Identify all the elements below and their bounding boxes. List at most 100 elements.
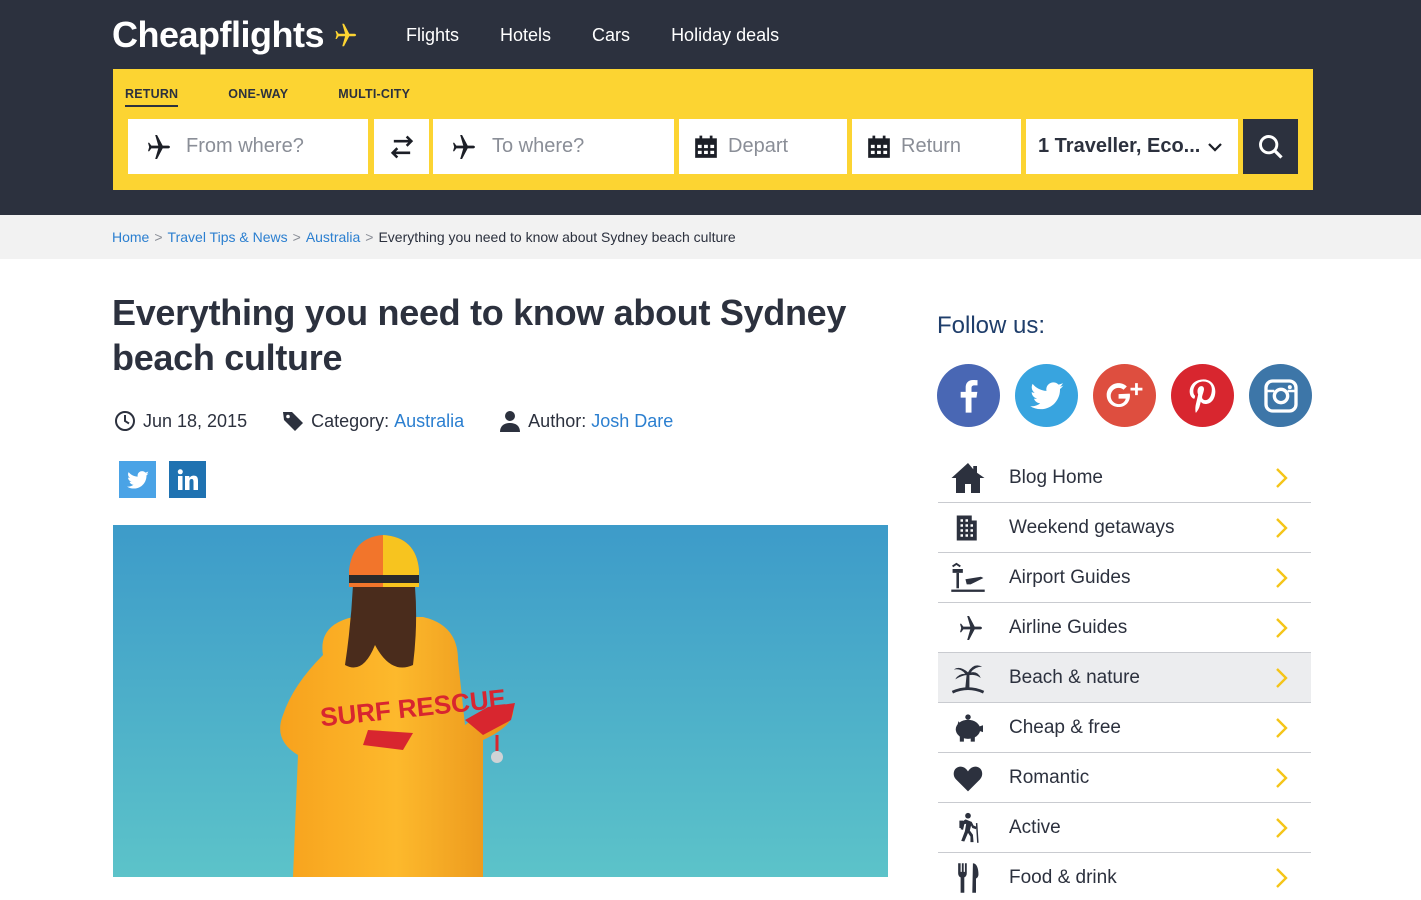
flight-search-form: RETURN ONE-WAY MULTI-CITY From where? To…	[113, 69, 1313, 190]
chevron-right-icon	[1276, 568, 1288, 588]
chevron-right-icon	[1276, 468, 1288, 488]
return-placeholder: Return	[901, 135, 962, 157]
tab-one-way[interactable]: ONE-WAY	[228, 87, 288, 107]
share-twitter-button[interactable]	[119, 461, 156, 498]
instagram-icon	[1263, 378, 1298, 413]
pinterest-link[interactable]	[1171, 364, 1234, 427]
breadcrumb-home[interactable]: Home	[112, 229, 149, 245]
category-label: Active	[1009, 816, 1061, 838]
lifeguard-photo: SURF RESCUE	[113, 525, 888, 877]
article-meta: Jun 18, 2015 Category: Australia Author:…	[113, 409, 673, 433]
linkedin-icon	[177, 468, 198, 490]
google-plus-link[interactable]	[1093, 364, 1156, 427]
category-beach-nature[interactable]: Beach & nature	[938, 653, 1311, 703]
tab-return[interactable]: RETURN	[125, 87, 179, 107]
search-button[interactable]	[1243, 119, 1298, 174]
breadcrumb-current: Everything you need to know about Sydney…	[378, 229, 736, 245]
category-label: Beach & nature	[1009, 666, 1140, 688]
category-airport-guides[interactable]: Airport Guides	[938, 553, 1311, 603]
logo-text: Cheapflights	[112, 14, 325, 55]
category-link[interactable]: Australia	[394, 411, 464, 432]
trip-type-tabs: RETURN ONE-WAY MULTI-CITY	[125, 87, 410, 107]
nav-holiday-deals[interactable]: Holiday deals	[671, 22, 779, 48]
main-nav: Flights Hotels Cars Holiday deals	[406, 22, 820, 48]
swap-arrows-icon	[390, 135, 413, 158]
plane-icon	[453, 134, 475, 159]
clock-icon	[115, 411, 135, 431]
category-food-drink[interactable]: Food & drink	[938, 853, 1311, 900]
chevron-right-icon	[1276, 518, 1288, 538]
nav-hotels[interactable]: Hotels	[500, 22, 551, 48]
chevron-down-icon	[1208, 142, 1223, 152]
plane-icon	[148, 134, 170, 159]
to-field[interactable]: To where?	[433, 119, 674, 174]
tag-icon	[283, 412, 304, 431]
from-field[interactable]: From where?	[128, 119, 368, 174]
twitter-link[interactable]	[1015, 364, 1078, 427]
category-weekend-getaways[interactable]: Weekend getaways	[938, 503, 1311, 553]
author-link[interactable]: Josh Dare	[591, 411, 673, 432]
instagram-link[interactable]	[1249, 364, 1312, 427]
palm-tree-icon	[951, 664, 985, 693]
share-linkedin-button[interactable]	[169, 461, 206, 498]
plane-icon	[960, 615, 982, 640]
chevron-right-icon	[1276, 818, 1288, 838]
author-label: Author:	[528, 410, 587, 431]
article-date: Jun 18, 2015	[113, 409, 247, 433]
breadcrumb-bar: Home > Travel Tips & News > Australia > …	[0, 215, 1421, 259]
breadcrumb-australia[interactable]: Australia	[306, 229, 360, 245]
travellers-select[interactable]: 1 Traveller, Eco...	[1026, 119, 1238, 174]
house-icon	[951, 462, 985, 493]
category-active[interactable]: Active	[938, 803, 1311, 853]
breadcrumb-travel-tips[interactable]: Travel Tips & News	[168, 229, 288, 245]
hero-image: SURF RESCUE	[113, 525, 888, 877]
to-placeholder: To where?	[492, 135, 585, 157]
logo-plane-icon	[335, 23, 357, 47]
follow-us-heading: Follow us:	[937, 312, 1046, 339]
person-icon	[500, 411, 521, 432]
facebook-link[interactable]	[937, 364, 1000, 427]
chevron-right-icon	[1276, 718, 1288, 738]
category-label: Airline Guides	[1009, 616, 1128, 638]
breadcrumb-separator: >	[154, 229, 163, 245]
cutlery-icon	[958, 863, 979, 893]
airport-icon	[951, 562, 985, 592]
hiker-icon	[959, 812, 979, 843]
breadcrumb: Home > Travel Tips & News > Australia > …	[112, 229, 736, 245]
article-author: Author: Josh Dare	[498, 409, 673, 433]
twitter-icon	[1029, 381, 1064, 409]
chevron-right-icon	[1276, 768, 1288, 788]
nav-flights[interactable]: Flights	[406, 22, 459, 48]
chevron-right-icon	[1276, 668, 1288, 688]
logo[interactable]: Cheapflights	[112, 14, 358, 56]
swap-button[interactable]	[374, 119, 429, 174]
breadcrumb-separator: >	[292, 229, 301, 245]
category-label: Cheap & free	[1009, 716, 1121, 738]
calendar-icon	[868, 135, 890, 158]
from-placeholder: From where?	[186, 135, 304, 157]
calendar-icon	[695, 135, 717, 158]
pinterest-icon	[1189, 378, 1215, 413]
tab-multi-city[interactable]: MULTI-CITY	[338, 87, 410, 107]
category-cheap-free[interactable]: Cheap & free	[938, 703, 1311, 753]
heart-icon	[953, 766, 983, 791]
facebook-icon	[960, 379, 977, 413]
category-blog-home[interactable]: Blog Home	[938, 453, 1311, 503]
return-field[interactable]: Return	[852, 119, 1021, 174]
piggy-bank-icon	[955, 713, 983, 742]
nav-cars[interactable]: Cars	[592, 22, 630, 48]
article-title: Everything you need to know about Sydney…	[112, 292, 847, 378]
category-menu: Blog Home Weekend getaways Airport Guide…	[938, 453, 1311, 900]
breadcrumb-separator: >	[365, 229, 374, 245]
category-romantic[interactable]: Romantic	[938, 753, 1311, 803]
article-category: Category: Australia	[281, 409, 464, 433]
depart-field[interactable]: Depart	[679, 119, 847, 174]
twitter-icon	[126, 470, 149, 489]
google-plus-icon	[1106, 382, 1142, 407]
category-label: Food & drink	[1009, 867, 1117, 888]
category-label: Blog Home	[1009, 466, 1103, 488]
share-buttons	[119, 461, 219, 498]
chevron-right-icon	[1276, 868, 1288, 888]
category-airline-guides[interactable]: Airline Guides	[938, 603, 1311, 653]
chevron-right-icon	[1276, 618, 1288, 638]
